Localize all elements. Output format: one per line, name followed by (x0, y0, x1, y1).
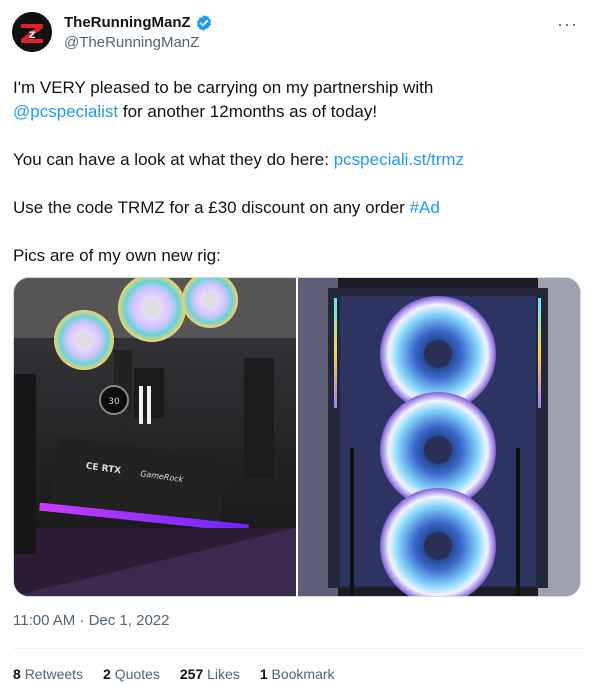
tweet-text: I'm VERY pleased to be carrying on my pa… (13, 76, 583, 268)
tweet: Z TheRunningManZ @TheRunningManZ ··· I'm… (0, 0, 596, 699)
tweet-link[interactable]: pcspeciali.st/trmz (334, 150, 464, 169)
quotes-count: 2 (103, 666, 111, 682)
retweets-stat[interactable]: 8 Retweets (13, 666, 83, 682)
tweet-para-2: You can have a look at what they do here… (13, 148, 583, 172)
display-name[interactable]: TheRunningManZ (64, 13, 191, 33)
divider (13, 648, 583, 649)
retweets-count: 8 (13, 666, 21, 682)
mention-pcspecialist[interactable]: @pcspecialist (13, 102, 118, 121)
handle[interactable]: @TheRunningManZ (64, 33, 213, 53)
tweet-para-4: Pics are of my own new rig: (13, 246, 221, 265)
para-3-text: Use the code TRMZ for a £30 discount on … (13, 198, 410, 217)
avatar[interactable]: Z (12, 12, 52, 52)
quotes-label: Quotes (114, 666, 160, 682)
media-photo-left[interactable]: 30 CE RTX GameRock (14, 278, 296, 596)
likes-label: Likes (207, 666, 240, 682)
tweet-line-2-rest: for another 12months as of today! (118, 102, 378, 121)
hashtag-ad[interactable]: #Ad (410, 198, 440, 217)
media-grid: 30 CE RTX GameRock (13, 277, 581, 597)
author-block: TheRunningManZ @TheRunningManZ (64, 13, 213, 53)
retweets-label: Retweets (24, 666, 84, 682)
media-photo-right[interactable] (298, 278, 580, 596)
para-2-text: You can have a look at what they do here… (13, 150, 334, 169)
bookmarks-count: 1 (259, 666, 268, 682)
timestamp[interactable]: 11:00 AM · Dec 1, 2022 (13, 612, 169, 629)
tweet-line-1: I'm VERY pleased to be carrying on my pa… (13, 78, 434, 97)
quotes-stat[interactable]: 2 Quotes (103, 666, 160, 682)
likes-stat[interactable]: 257 Likes (180, 666, 240, 682)
likes-count: 257 (179, 666, 204, 682)
bookmarks-label: Bookmark (271, 666, 335, 682)
display-name-row[interactable]: TheRunningManZ (64, 13, 213, 33)
bookmarks-stat[interactable]: 1 Bookmark (260, 666, 335, 682)
avatar-text: Z (29, 31, 36, 41)
verified-badge-icon (195, 14, 213, 32)
tweet-para-3: Use the code TRMZ for a £30 discount on … (13, 196, 583, 220)
more-options-icon[interactable]: ··· (557, 14, 578, 35)
cooler-display-text: 30 (108, 397, 120, 407)
engagement-stats: 8 Retweets 2 Quotes 257 Likes 1 Bookmark (13, 666, 335, 682)
tweet-line-2: @pcspecialist for another 12months as of… (13, 100, 583, 124)
